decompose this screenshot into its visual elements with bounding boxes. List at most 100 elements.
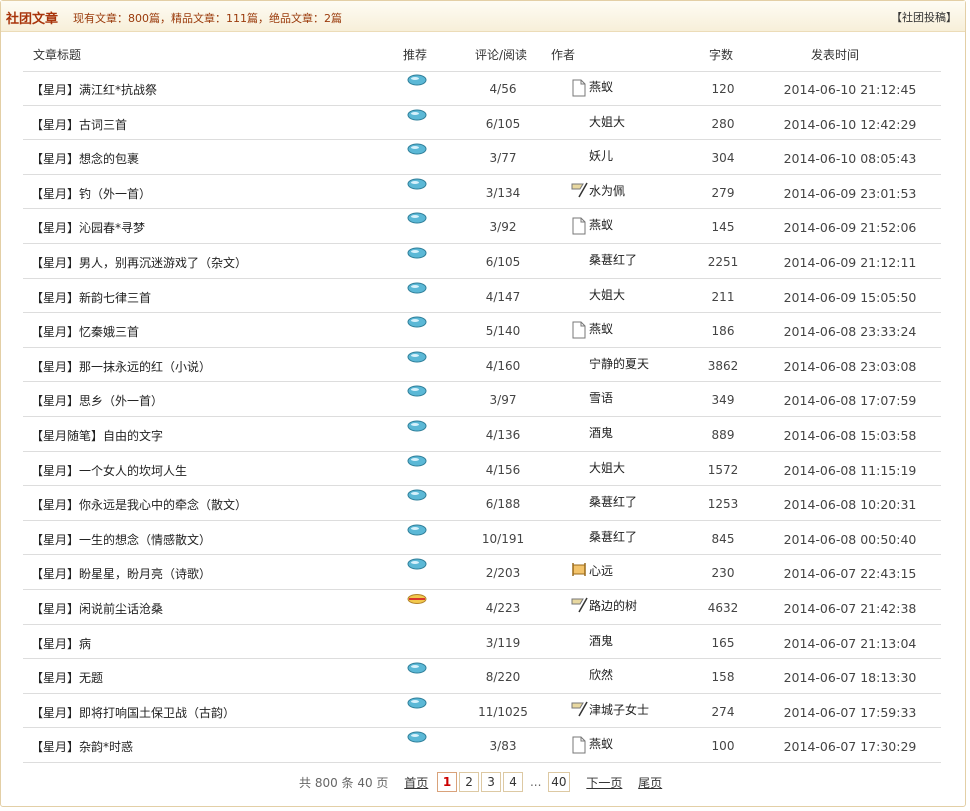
page-number-3[interactable]: 3 xyxy=(481,772,502,792)
table-row[interactable]: 【星月】男人，别再沉迷游戏了（杂文） 6/105 桑葚红了 2251 2014-… xyxy=(23,244,941,279)
article-title-link[interactable]: 【星月随笔】自由的文字 xyxy=(31,427,163,444)
author-link[interactable]: 酒鬼 xyxy=(589,634,613,648)
author-link[interactable]: 燕蚁 xyxy=(589,322,613,336)
author-cell: 燕蚁 xyxy=(571,78,691,96)
table-row[interactable]: 【星月】古词三首 6/105 大姐大 280 2014-06-10 12:42:… xyxy=(23,106,941,141)
author-link[interactable]: 燕蚁 xyxy=(589,218,613,232)
word-count: 165 xyxy=(711,635,735,650)
author-icon-empty xyxy=(571,632,587,648)
table-row[interactable]: 【星月】盼星星，盼月亮（诗歌） 2/203 心远 230 2014-06-07 … xyxy=(23,555,941,590)
recommend-blue-icon xyxy=(407,697,427,709)
last-page-link[interactable]: 尾页 xyxy=(638,774,662,791)
table-row[interactable]: 【星月】那一抹永远的红（小说） 4/160 宁静的夏天 3862 2014-06… xyxy=(23,348,941,383)
author-page-icon xyxy=(571,217,587,235)
table-row[interactable]: 【星月】一生的想念（情感散文） 10/191 桑葚红了 845 2014-06-… xyxy=(23,521,941,556)
author-link[interactable]: 水为佩 xyxy=(589,184,625,198)
article-title-link[interactable]: 【星月】杂韵*时惑 xyxy=(31,738,133,755)
table-row[interactable]: 【星月】沁园春*寻梦 3/92 燕蚁 145 2014-06-09 21:52:… xyxy=(23,209,941,244)
article-title-link[interactable]: 【星月】盼星星，盼月亮（诗歌） xyxy=(31,565,211,582)
page-number-1[interactable]: 1 xyxy=(437,772,458,792)
article-title-link[interactable]: 【星月】满江红*抗战祭 xyxy=(31,81,157,98)
author-link[interactable]: 酒鬼 xyxy=(589,426,613,440)
word-count: 186 xyxy=(711,324,735,339)
article-title-link[interactable]: 【星月】无题 xyxy=(31,669,103,686)
comments-reads: 5/140 xyxy=(485,324,521,339)
publish-date: 2014-06-08 23:03:08 xyxy=(783,358,917,374)
table-row[interactable]: 【星月】思乡（外一首） 3/97 雪语 349 2014-06-08 17:07… xyxy=(23,382,941,417)
publish-date: 2014-06-08 11:15:19 xyxy=(783,462,917,478)
table-row[interactable]: 【星月】杂韵*时惑 3/83 燕蚁 100 2014-06-07 17:30:2… xyxy=(23,728,941,763)
first-page-link[interactable]: 首页 xyxy=(404,774,428,791)
table-row[interactable]: 【星月】新韵七律三首 4/147 大姐大 211 2014-06-09 15:0… xyxy=(23,279,941,314)
author-cell: 心远 xyxy=(571,562,691,579)
recommend-blue-icon xyxy=(407,662,427,674)
author-link[interactable]: 大姐大 xyxy=(589,115,625,129)
author-link[interactable]: 大姐大 xyxy=(589,461,625,475)
author-link[interactable]: 雪语 xyxy=(589,391,613,405)
author-cell: 水为佩 xyxy=(571,182,691,199)
comments-reads: 3/134 xyxy=(485,185,521,200)
article-title-link[interactable]: 【星月】新韵七律三首 xyxy=(31,289,151,306)
col-date: 发表时间 xyxy=(811,48,860,62)
word-count: 280 xyxy=(711,116,735,131)
author-link[interactable]: 路边的树 xyxy=(589,599,637,613)
table-row[interactable]: 【星月随笔】自由的文字 4/136 酒鬼 889 2014-06-08 15:0… xyxy=(23,417,941,452)
page-number-2[interactable]: 2 xyxy=(459,772,480,792)
author-flag-icon xyxy=(571,182,588,198)
comments-reads: 4/136 xyxy=(485,427,521,442)
author-icon-empty xyxy=(571,528,587,544)
table-row[interactable]: 【星月】闲说前尘话沧桑 4/223 路边的树 4632 2014-06-07 2… xyxy=(23,590,941,625)
article-title-link[interactable]: 【星月】你永远是我心中的牵念（散文） xyxy=(31,496,247,513)
comments-reads: 4/223 xyxy=(485,600,521,615)
recommend-blue-icon xyxy=(407,455,427,467)
article-title-link[interactable]: 【星月】男人，别再沉迷游戏了（杂文） xyxy=(31,254,247,271)
table-row[interactable]: 【星月】病 3/119 酒鬼 165 2014-06-07 21:13:04 xyxy=(23,625,941,660)
article-title-link[interactable]: 【星月】闲说前尘话沧桑 xyxy=(31,600,163,617)
word-count: 3862 xyxy=(707,358,739,373)
article-title-link[interactable]: 【星月】沁园春*寻梦 xyxy=(31,219,145,236)
page-number-4[interactable]: 4 xyxy=(503,772,524,792)
article-title-link[interactable]: 【星月】一生的想念（情感散文） xyxy=(31,531,211,548)
author-cell: 桑葚红了 xyxy=(571,528,691,545)
publish-date: 2014-06-09 15:05:50 xyxy=(783,289,917,305)
author-link[interactable]: 燕蚁 xyxy=(589,737,613,751)
word-count: 211 xyxy=(711,289,735,304)
author-link[interactable]: 桑葚红了 xyxy=(589,495,637,509)
author-cell: 大姐大 xyxy=(571,459,691,476)
table-row[interactable]: 【星月】无题 8/220 欣然 158 2014-06-07 18:13:30 xyxy=(23,659,941,694)
author-cell: 桑葚红了 xyxy=(571,251,691,268)
author-link[interactable]: 宁静的夏天 xyxy=(589,357,649,371)
author-link[interactable]: 燕蚁 xyxy=(589,80,613,94)
article-title-link[interactable]: 【星月】那一抹永远的红（小说） xyxy=(31,358,211,375)
page-number-last[interactable]: 40 xyxy=(548,772,570,792)
submit-article-link[interactable]: 【社团投稿】 xyxy=(891,9,957,25)
table-row[interactable]: 【星月】你永远是我心中的牵念（散文） 6/188 桑葚红了 1253 2014-… xyxy=(23,486,941,521)
author-flag-icon xyxy=(571,597,588,613)
table-row[interactable]: 【星月】钓（外一首） 3/134 水为佩 279 2014-06-09 23:0… xyxy=(23,175,941,210)
table-row[interactable]: 【星月】一个女人的坎坷人生 4/156 大姐大 1572 2014-06-08 … xyxy=(23,452,941,487)
table-row[interactable]: 【星月】想念的包裹 3/77 妖儿 304 2014-06-10 08:05:4… xyxy=(23,140,941,175)
word-count: 304 xyxy=(711,151,735,166)
next-page-link[interactable]: 下一页 xyxy=(586,774,622,791)
article-title-link[interactable]: 【星月】钓（外一首） xyxy=(31,185,151,202)
author-link[interactable]: 妖儿 xyxy=(589,149,613,163)
article-title-link[interactable]: 【星月】忆秦娥三首 xyxy=(31,323,139,340)
article-title-link[interactable]: 【星月】即将打响国土保卫战（古韵） xyxy=(31,704,235,721)
article-title-link[interactable]: 【星月】思乡（外一首） xyxy=(31,392,163,409)
article-title-link[interactable]: 【星月】古词三首 xyxy=(31,116,127,133)
author-link[interactable]: 津城子女士 xyxy=(589,703,649,717)
comments-reads: 4/156 xyxy=(485,462,521,477)
author-link[interactable]: 桑葚红了 xyxy=(589,253,637,267)
table-row[interactable]: 【星月】满江红*抗战祭 4/56 燕蚁 120 2014-06-10 21:12… xyxy=(23,71,941,106)
table-row[interactable]: 【星月】忆秦娥三首 5/140 燕蚁 186 2014-06-08 23:33:… xyxy=(23,313,941,348)
article-title-link[interactable]: 【星月】病 xyxy=(31,635,91,652)
article-title-link[interactable]: 【星月】一个女人的坎坷人生 xyxy=(31,462,187,479)
author-link[interactable]: 心远 xyxy=(589,564,613,578)
article-title-link[interactable]: 【星月】想念的包裹 xyxy=(31,150,139,167)
table-row[interactable]: 【星月】即将打响国土保卫战（古韵） 11/1025 津城子女士 274 2014… xyxy=(23,694,941,729)
author-link[interactable]: 欣然 xyxy=(589,668,613,682)
author-link[interactable]: 桑葚红了 xyxy=(589,530,637,544)
author-link[interactable]: 大姐大 xyxy=(589,288,625,302)
comments-reads: 2/203 xyxy=(485,566,521,581)
pagination-ellipsis: ... xyxy=(529,775,542,789)
